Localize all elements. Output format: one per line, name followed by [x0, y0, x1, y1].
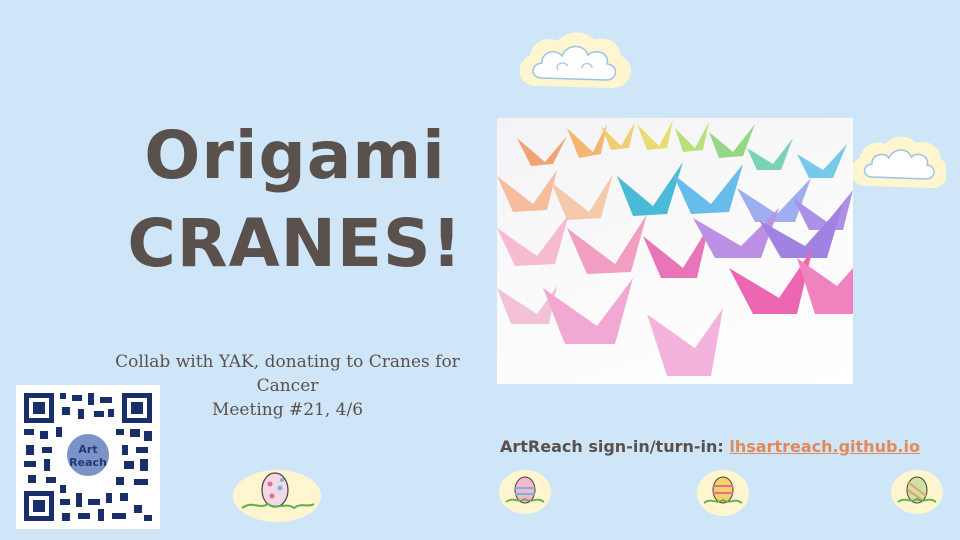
signin-link[interactable]: lhsartreach.github.io: [729, 437, 920, 456]
qr-code: Art Reach: [16, 385, 160, 529]
easter-egg-icon: [233, 470, 321, 522]
artreach-logo: Art Reach: [64, 431, 112, 479]
cloud-icon: [520, 32, 631, 88]
easter-egg-icon: [697, 470, 749, 516]
subtitle-line-1: Collab with YAK, donating to Cranes for: [115, 352, 460, 372]
slide-title: Origami CRANES!: [105, 112, 485, 288]
cloud-icon: [852, 136, 946, 188]
title-line-1: Origami: [144, 117, 446, 194]
easter-egg-icon: [891, 470, 943, 514]
signin-label: ArtReach sign-in/turn-in:: [500, 437, 724, 456]
slide: Origami CRANES! Collab with YAK, donatin…: [0, 0, 960, 540]
easter-egg-icon: [499, 470, 551, 514]
origami-crane-photo: [497, 118, 853, 384]
signin-text: ArtReach sign-in/turn-in: lhsartreach.gi…: [500, 437, 920, 456]
title-line-2: CRANES!: [127, 205, 463, 282]
